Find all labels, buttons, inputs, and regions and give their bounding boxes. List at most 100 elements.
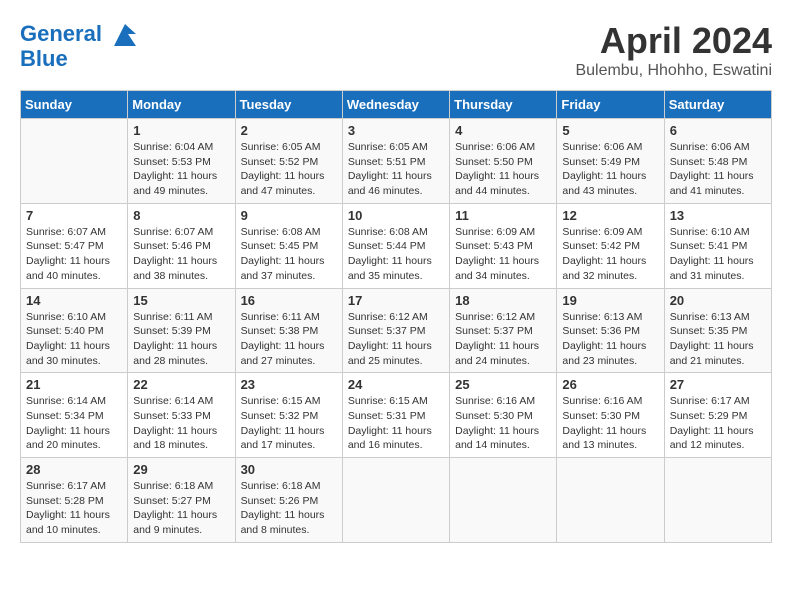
day-info: Sunrise: 6:07 AM Sunset: 5:47 PM Dayligh… bbox=[26, 225, 122, 284]
calendar-cell: 15Sunrise: 6:11 AM Sunset: 5:39 PM Dayli… bbox=[128, 288, 235, 373]
day-info: Sunrise: 6:18 AM Sunset: 5:26 PM Dayligh… bbox=[241, 479, 337, 538]
location: Bulembu, Hhohho, Eswatini bbox=[575, 62, 772, 80]
day-number: 6 bbox=[670, 123, 766, 138]
day-number: 3 bbox=[348, 123, 444, 138]
day-info: Sunrise: 6:13 AM Sunset: 5:35 PM Dayligh… bbox=[670, 310, 766, 369]
day-info: Sunrise: 6:05 AM Sunset: 5:52 PM Dayligh… bbox=[241, 140, 337, 199]
day-info: Sunrise: 6:06 AM Sunset: 5:50 PM Dayligh… bbox=[455, 140, 551, 199]
calendar-cell: 9 Sunrise: 6:08 AM Sunset: 5:45 PM Daylig… bbox=[235, 203, 342, 288]
day-number: 10 bbox=[348, 208, 444, 223]
day-info: Sunrise: 6:16 AM Sunset: 5:30 PM Dayligh… bbox=[455, 394, 551, 453]
week-row-1: 1 Sunrise: 6:04 AM Sunset: 5:53 PM Daylig… bbox=[21, 119, 772, 204]
day-header-wednesday: Wednesday bbox=[342, 91, 449, 119]
week-row-3: 14 Sunrise: 6:10 AM Sunset: 5:40 PM Dayli… bbox=[21, 288, 772, 373]
calendar-cell bbox=[557, 458, 664, 543]
calendar-cell: 26 Sunrise: 6:16 AM Sunset: 5:30 PM Dayli… bbox=[557, 373, 664, 458]
day-info: Sunrise: 6:09 AM Sunset: 5:42 PM Dayligh… bbox=[562, 225, 658, 284]
day-info: Sunrise: 6:17 AM Sunset: 5:28 PM Dayligh… bbox=[26, 479, 122, 538]
day-number: 5 bbox=[562, 123, 658, 138]
day-number: 26 bbox=[562, 377, 658, 392]
day-number: 16 bbox=[241, 293, 337, 308]
calendar-cell: 3 Sunrise: 6:05 AM Sunset: 5:51 PM Daylig… bbox=[342, 119, 449, 204]
calendar-cell: 21 Sunrise: 6:14 AM Sunset: 5:34 PM Dayli… bbox=[21, 373, 128, 458]
calendar-cell: 29 Sunrise: 6:18 AM Sunset: 5:27 PM Dayli… bbox=[128, 458, 235, 543]
day-number: 14 bbox=[26, 293, 122, 308]
calendar-cell: 1 Sunrise: 6:04 AM Sunset: 5:53 PM Daylig… bbox=[128, 119, 235, 204]
title-block: April 2024 Bulembu, Hhohho, Eswatini bbox=[575, 20, 772, 80]
day-info: Sunrise: 6:11 AM Sunset: 5:38 PM Dayligh… bbox=[241, 310, 337, 369]
calendar-cell: 13 Sunrise: 6:10 AM Sunset: 5:41 PM Dayli… bbox=[664, 203, 771, 288]
day-number: 29 bbox=[133, 462, 229, 477]
calendar-table: SundayMondayTuesdayWednesdayThursdayFrid… bbox=[20, 90, 772, 543]
logo-icon bbox=[110, 20, 140, 50]
day-info: Sunrise: 6:06 AM Sunset: 5:49 PM Dayligh… bbox=[562, 140, 658, 199]
day-info: Sunrise: 6:08 AM Sunset: 5:45 PM Dayligh… bbox=[241, 225, 337, 284]
day-info: Sunrise: 6:12 AM Sunset: 5:37 PM Dayligh… bbox=[455, 310, 551, 369]
day-number: 24 bbox=[348, 377, 444, 392]
day-number: 9 bbox=[241, 208, 337, 223]
calendar-cell: 30 Sunrise: 6:18 AM Sunset: 5:26 PM Dayli… bbox=[235, 458, 342, 543]
day-number: 1 bbox=[133, 123, 229, 138]
day-header-saturday: Saturday bbox=[664, 91, 771, 119]
day-info: Sunrise: 6:08 AM Sunset: 5:44 PM Dayligh… bbox=[348, 225, 444, 284]
calendar-cell bbox=[664, 458, 771, 543]
week-row-5: 28Sunrise: 6:17 AM Sunset: 5:28 PM Dayli… bbox=[21, 458, 772, 543]
calendar-cell: 23 Sunrise: 6:15 AM Sunset: 5:32 PM Dayli… bbox=[235, 373, 342, 458]
day-info: Sunrise: 6:15 AM Sunset: 5:31 PM Dayligh… bbox=[348, 394, 444, 453]
logo: General Blue bbox=[20, 20, 140, 72]
day-number: 21 bbox=[26, 377, 122, 392]
day-header-sunday: Sunday bbox=[21, 91, 128, 119]
day-number: 7 bbox=[26, 208, 122, 223]
calendar-cell: 18 Sunrise: 6:12 AM Sunset: 5:37 PM Dayli… bbox=[450, 288, 557, 373]
calendar-cell: 14 Sunrise: 6:10 AM Sunset: 5:40 PM Dayli… bbox=[21, 288, 128, 373]
day-number: 17 bbox=[348, 293, 444, 308]
day-number: 4 bbox=[455, 123, 551, 138]
day-info: Sunrise: 6:14 AM Sunset: 5:33 PM Dayligh… bbox=[133, 394, 229, 453]
week-row-4: 21 Sunrise: 6:14 AM Sunset: 5:34 PM Dayli… bbox=[21, 373, 772, 458]
calendar-cell: 28Sunrise: 6:17 AM Sunset: 5:28 PM Dayli… bbox=[21, 458, 128, 543]
calendar-cell: 12Sunrise: 6:09 AM Sunset: 5:42 PM Dayli… bbox=[557, 203, 664, 288]
day-number: 27 bbox=[670, 377, 766, 392]
day-number: 15 bbox=[133, 293, 229, 308]
day-info: Sunrise: 6:10 AM Sunset: 5:41 PM Dayligh… bbox=[670, 225, 766, 284]
day-number: 18 bbox=[455, 293, 551, 308]
day-info: Sunrise: 6:10 AM Sunset: 5:40 PM Dayligh… bbox=[26, 310, 122, 369]
calendar-cell bbox=[450, 458, 557, 543]
calendar-header-row: SundayMondayTuesdayWednesdayThursdayFrid… bbox=[21, 91, 772, 119]
day-number: 30 bbox=[241, 462, 337, 477]
calendar-cell: 2 Sunrise: 6:05 AM Sunset: 5:52 PM Daylig… bbox=[235, 119, 342, 204]
day-header-thursday: Thursday bbox=[450, 91, 557, 119]
day-number: 19 bbox=[562, 293, 658, 308]
day-number: 13 bbox=[670, 208, 766, 223]
calendar-cell: 27Sunrise: 6:17 AM Sunset: 5:29 PM Dayli… bbox=[664, 373, 771, 458]
day-header-friday: Friday bbox=[557, 91, 664, 119]
day-info: Sunrise: 6:12 AM Sunset: 5:37 PM Dayligh… bbox=[348, 310, 444, 369]
day-header-monday: Monday bbox=[128, 91, 235, 119]
calendar-cell: 5 Sunrise: 6:06 AM Sunset: 5:49 PM Daylig… bbox=[557, 119, 664, 204]
day-info: Sunrise: 6:14 AM Sunset: 5:34 PM Dayligh… bbox=[26, 394, 122, 453]
day-info: Sunrise: 6:15 AM Sunset: 5:32 PM Dayligh… bbox=[241, 394, 337, 453]
day-number: 20 bbox=[670, 293, 766, 308]
day-info: Sunrise: 6:09 AM Sunset: 5:43 PM Dayligh… bbox=[455, 225, 551, 284]
calendar-cell: 16 Sunrise: 6:11 AM Sunset: 5:38 PM Dayli… bbox=[235, 288, 342, 373]
day-info: Sunrise: 6:06 AM Sunset: 5:48 PM Dayligh… bbox=[670, 140, 766, 199]
calendar-cell: 25Sunrise: 6:16 AM Sunset: 5:30 PM Dayli… bbox=[450, 373, 557, 458]
day-info: Sunrise: 6:05 AM Sunset: 5:51 PM Dayligh… bbox=[348, 140, 444, 199]
day-number: 22 bbox=[133, 377, 229, 392]
page-header: General Blue April 2024 Bulembu, Hhohho,… bbox=[20, 20, 772, 80]
day-number: 8 bbox=[133, 208, 229, 223]
month-title: April 2024 bbox=[575, 20, 772, 62]
day-info: Sunrise: 6:04 AM Sunset: 5:53 PM Dayligh… bbox=[133, 140, 229, 199]
day-info: Sunrise: 6:16 AM Sunset: 5:30 PM Dayligh… bbox=[562, 394, 658, 453]
calendar-cell bbox=[342, 458, 449, 543]
calendar-cell: 7 Sunrise: 6:07 AM Sunset: 5:47 PM Daylig… bbox=[21, 203, 128, 288]
day-number: 2 bbox=[241, 123, 337, 138]
day-header-tuesday: Tuesday bbox=[235, 91, 342, 119]
day-info: Sunrise: 6:07 AM Sunset: 5:46 PM Dayligh… bbox=[133, 225, 229, 284]
day-info: Sunrise: 6:18 AM Sunset: 5:27 PM Dayligh… bbox=[133, 479, 229, 538]
day-info: Sunrise: 6:13 AM Sunset: 5:36 PM Dayligh… bbox=[562, 310, 658, 369]
calendar-body: 1 Sunrise: 6:04 AM Sunset: 5:53 PM Daylig… bbox=[21, 119, 772, 543]
calendar-cell: 20 Sunrise: 6:13 AM Sunset: 5:35 PM Dayli… bbox=[664, 288, 771, 373]
day-number: 23 bbox=[241, 377, 337, 392]
calendar-cell: 10 Sunrise: 6:08 AM Sunset: 5:44 PM Dayli… bbox=[342, 203, 449, 288]
